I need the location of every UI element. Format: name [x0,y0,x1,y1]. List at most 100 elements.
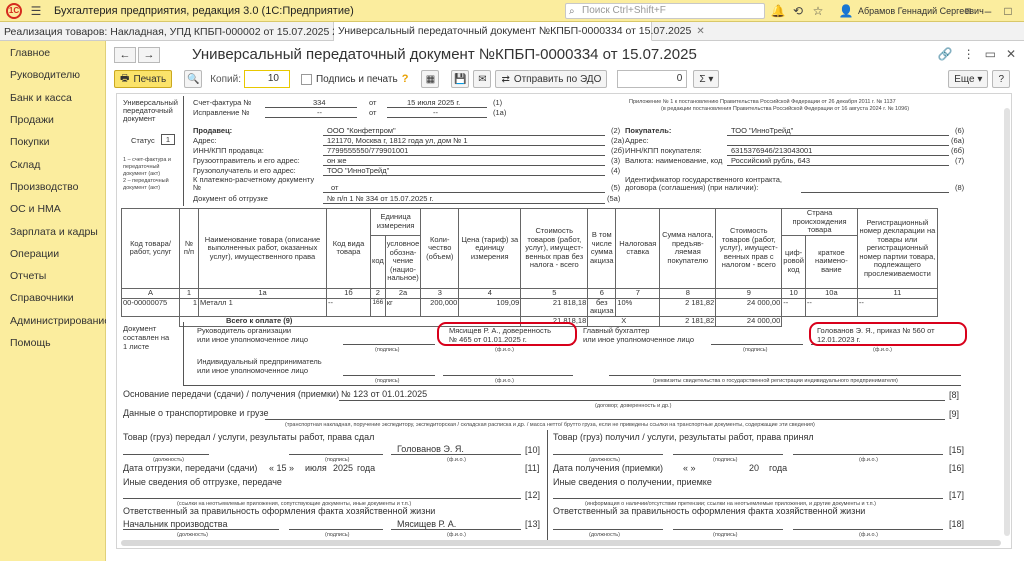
currency-value: Российский рубль, 643 [731,156,811,165]
horizontal-scrollbar[interactable] [121,540,1001,546]
document-preview[interactable]: Универсальный передаточный документ Стат… [116,93,1012,549]
tab-sales-invoice[interactable]: Реализация товаров: Накладная, УПД КПБП-… [0,22,387,41]
sidebar-item-sales[interactable]: Продажи [0,109,105,131]
help-question-icon[interactable]: ? [402,73,409,85]
sidebar-item-operations[interactable]: Операции [0,243,105,265]
ref-5a: (5а) [607,194,621,203]
buyer-address-label: Адрес: [625,136,649,145]
sum-button[interactable]: Σ ▾ [693,70,720,88]
sidebar-item-purchases[interactable]: Покупки [0,131,105,153]
divider [183,96,184,206]
sidebar-item-warehouse[interactable]: Склад [0,153,105,175]
star-icon[interactable]: ☆ [810,3,826,19]
sidebar-item-reports[interactable]: Отчеты [0,265,105,287]
resp-label-left: Ответственный за правильность оформления… [123,506,436,516]
maximize-icon[interactable]: □ [1000,3,1016,19]
edit-button[interactable]: ▦ [421,70,440,88]
col-number: 11 [856,287,938,299]
global-search-input[interactable]: ⌕ Поиск Ctrl+Shift+F [565,3,765,19]
tab-label: Универсальный передаточный документ №КПБ… [338,25,692,37]
history-icon[interactable]: ⟲ [790,3,806,19]
help-button[interactable]: ? [992,70,1010,88]
ref-11: [11] [525,463,540,473]
close-form-icon[interactable]: ✕ [1006,47,1016,61]
tab-upd[interactable]: Универсальный передаточный документ №КПБ… [334,22,705,41]
save-button[interactable]: 💾 [451,70,470,88]
sign-print-checkbox[interactable] [300,73,312,85]
sidebar-item-help[interactable]: Помощь [0,332,105,354]
restore-icon[interactable]: ▭ [985,47,996,61]
link-icon[interactable]: 🔗 [938,47,953,61]
col-reg-header: Регистрационный номер декларации на това… [856,208,938,289]
copies-input[interactable]: 10 [243,70,290,88]
underline [123,454,209,455]
search-icon: ⌕ [569,6,575,17]
send-edo-button[interactable]: ⇄ Отправить по ЭДО [495,70,608,88]
cell-excise: без акциза [587,297,617,317]
sign-print-toggle[interactable]: Подпись и печать? [296,70,413,88]
back-button[interactable]: ← [114,47,136,63]
ship-month: июля [305,463,327,473]
bell-icon[interactable]: 🔔 [770,3,786,19]
edit-icon: ▦ [425,73,436,85]
sidebar-item-production[interactable]: Производство [0,176,105,198]
print-button[interactable]: 🖶 Печать [114,70,173,88]
sidebar-item-bank[interactable]: Банк и касса [0,87,105,109]
nav-buttons: ← → [114,47,160,63]
menu-icon[interactable]: ☰ [28,3,44,19]
doc-pages-1: Документ [123,324,157,333]
col-kind-header: Код вида товара [326,208,371,289]
cell-tax: 2 181,82 [659,297,717,317]
sidebar-item-main[interactable]: Главное [0,42,105,64]
ip-fio-hint: (ф.и.о.) [495,378,514,384]
minimize-icon[interactable]: – [980,3,996,19]
underline [323,145,605,146]
settings-icon[interactable]: ≡ [960,3,976,19]
header-actions: 🔗 ⋮ ▭ ✕ [938,47,1016,61]
email-button[interactable]: ✉ [473,70,492,88]
from-label-2: от [369,108,377,117]
ref-18: [18] [949,519,965,529]
sign-print-label: Подпись и печать [315,73,398,85]
transport-label: Данные о транспортировке и грузе [123,408,269,418]
forward-button[interactable]: → [138,47,160,63]
underline [801,192,949,193]
col-number: 9 [715,287,783,299]
sidebar-item-assets[interactable]: ОС и НМА [0,198,105,220]
more-button[interactable]: Еще ▾ [948,70,989,88]
close-icon[interactable]: ✕ [1020,3,1024,19]
col-unit-name-header: условное обозна- чение (нацио- нальное) [384,234,422,289]
toolbar: 🖶 Печать 🔍 Копий: 10 Подпись и печать? ▦ … [114,69,1014,89]
magnifier-icon: 🔍 [186,73,200,85]
sidebar-item-administration[interactable]: Администрирование [0,310,110,332]
main-content: ← → Универсальный передаточный документ … [106,41,1024,561]
transferred-name: Голованов Э. Я. [397,444,464,454]
more-vertical-icon[interactable]: ⋮ [963,47,975,61]
other-recv-label: Иные сведения о получении, приемке [553,477,712,487]
vertical-scrollbar[interactable] [1004,108,1010,536]
sidebar-item-manager[interactable]: Руководителю [0,64,105,86]
ref-8-basis: [8] [949,390,960,400]
sum-field[interactable]: 0 [617,70,688,88]
col-number: 7 [615,287,661,299]
preview-button[interactable]: 🔍 [184,70,203,88]
shipment-doc-label: Документ об отгрузке [193,194,268,203]
highlight-head [437,322,577,346]
payment-doc-from: от [331,183,339,192]
search-placeholder: Поиск Ctrl+Shift+F [582,5,666,16]
col-unit-code-header: код [370,234,386,289]
table-row[interactable]: 00-00000075 1 Металл 1 -- 166 кг 200,000… [121,297,938,317]
cell-reg: -- [856,297,938,317]
sidebar-item-payroll[interactable]: Зарплата и кадры [0,220,105,242]
consignee-value: ТОО "ИнноТрейд" [327,166,390,175]
col-number: 5 [520,287,589,299]
close-tab-icon[interactable]: ✕ [696,26,704,37]
sidebar-item-directories[interactable]: Справочники [0,287,105,309]
appendix-line2: (в редакции постановления Правительства … [661,106,910,112]
edo-icon: ⇄ [501,73,510,85]
form-type-line3: документ [123,114,156,123]
received-sign-hint: (подпись) [713,457,738,463]
underline [339,400,945,401]
underline [443,375,573,376]
resp-name: Мясищев Р. А. [397,519,457,529]
